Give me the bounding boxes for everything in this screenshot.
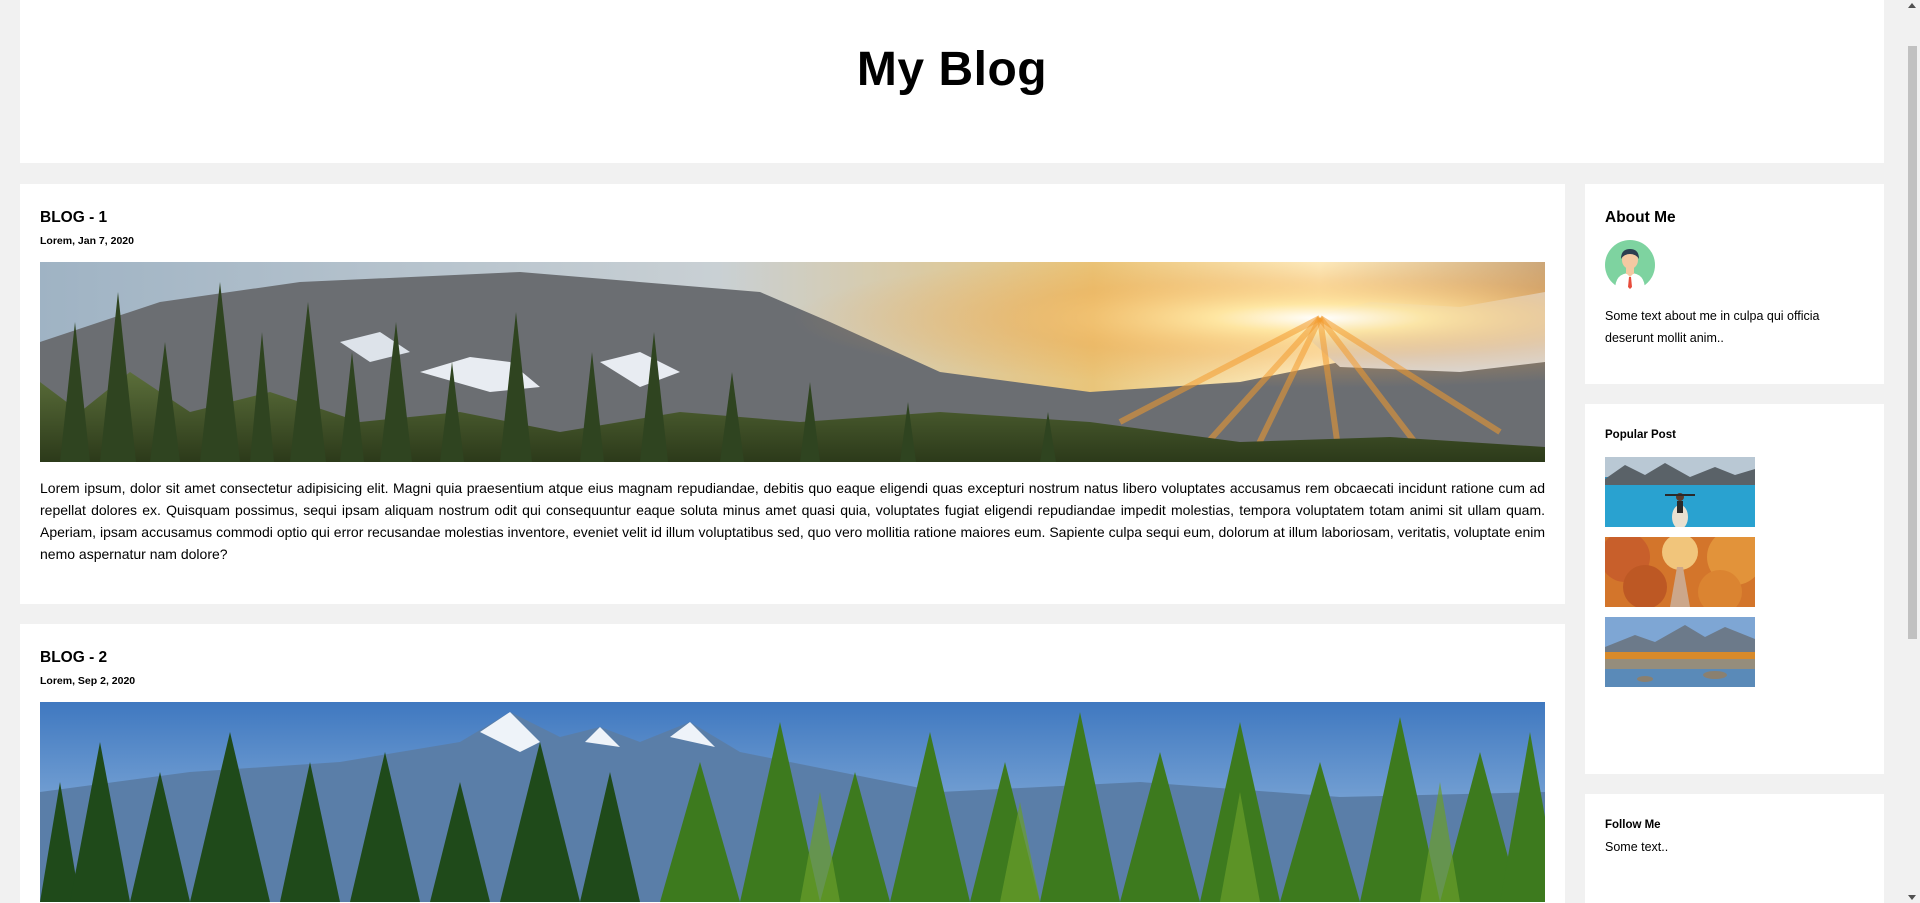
about-text: Some text about me in culpa qui officia …: [1605, 309, 1820, 345]
popular-post-title: Popular Post: [1605, 429, 1676, 441]
blog-body: Lorem ipsum, dolor sit amet consectetur …: [40, 480, 1545, 562]
popular-post-thumb-3[interactable]: [1605, 617, 1755, 687]
follow-card: Follow Me Some text..: [1585, 794, 1884, 903]
page-header: My Blog: [20, 0, 1884, 163]
blog-image[interactable]: [40, 262, 1545, 462]
follow-text: Some text..: [1605, 840, 1669, 854]
scroll-up-icon[interactable]: [1908, 3, 1916, 8]
blog-date: Lorem, Jan 7, 2020: [40, 235, 134, 247]
page-title: My Blog: [856, 43, 1048, 96]
blog-title[interactable]: BLOG - 2: [40, 649, 107, 667]
popular-post-card: Popular Post: [1585, 404, 1884, 774]
popular-post-thumb-2[interactable]: [1605, 537, 1755, 607]
about-title: About Me: [1605, 209, 1676, 226]
blog-card-1: BLOG - 1 Lorem, Jan 7, 2020 Lorem ipsum,…: [20, 184, 1565, 604]
blog-image[interactable]: [40, 702, 1545, 902]
blog-date: Lorem, Sep 2, 2020: [40, 675, 136, 687]
page-scrollbar[interactable]: [1905, 0, 1920, 903]
blog-card-2: BLOG - 2 Lorem, Sep 2, 2020: [20, 624, 1565, 903]
scroll-down-icon[interactable]: [1908, 895, 1916, 900]
blog-title[interactable]: BLOG - 1: [40, 209, 107, 227]
follow-title: Follow Me: [1605, 819, 1661, 831]
avatar-icon: [1605, 240, 1655, 290]
popular-post-thumb-1[interactable]: [1605, 457, 1755, 527]
about-card: About Me Some text about me in culpa qui…: [1585, 184, 1884, 384]
scrollbar-thumb[interactable]: [1908, 46, 1917, 639]
